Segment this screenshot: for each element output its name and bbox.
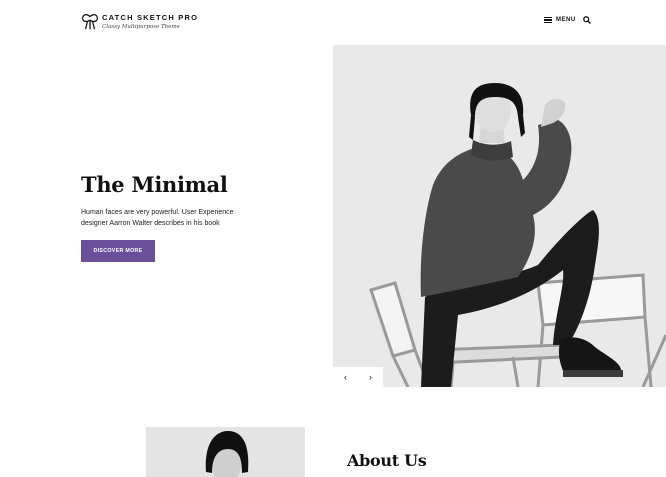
- hamburger-icon[interactable]: [544, 16, 552, 24]
- site-tagline: Classy Multipurpose Theme: [102, 24, 180, 30]
- search-icon[interactable]: [582, 16, 591, 24]
- hero-title: The Minimal: [81, 172, 228, 197]
- about-image: [146, 427, 305, 477]
- discover-more-button[interactable]: DISCOVER MORE: [81, 240, 155, 262]
- hero-description: Human faces are very powerful. User Expe…: [81, 209, 234, 227]
- hero-slide-image: [333, 45, 666, 387]
- butterfly-logo-icon: [82, 14, 98, 30]
- menu-toggle-label[interactable]: MENU: [556, 17, 576, 23]
- about-section-title: About Us: [347, 451, 427, 470]
- slider-controls: ‹ ›: [333, 367, 383, 387]
- main-navigation: MENU: [544, 16, 591, 24]
- site-title[interactable]: CATCH SKETCH PRO: [102, 13, 198, 23]
- slider-prev-button[interactable]: ‹: [333, 367, 358, 387]
- slider-next-button[interactable]: ›: [358, 367, 383, 387]
- site-logo[interactable]: CATCH SKETCH PRO Classy Multipurpose The…: [81, 12, 198, 32]
